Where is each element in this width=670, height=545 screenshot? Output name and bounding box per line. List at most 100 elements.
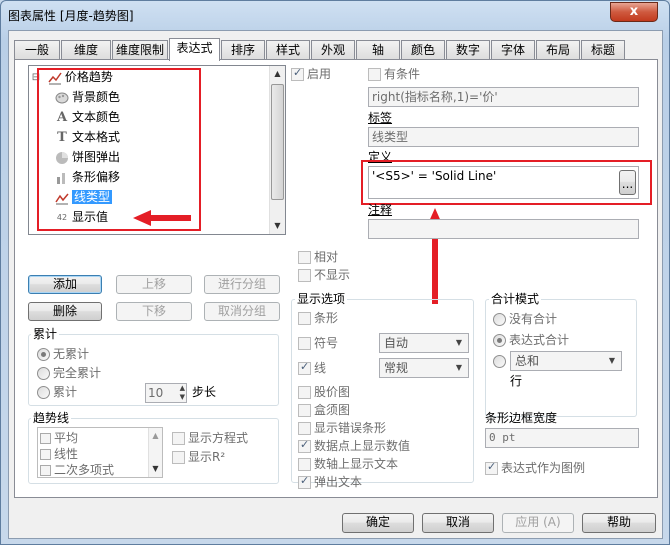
annotation-arrow-left-icon xyxy=(133,210,191,226)
trendline-item[interactable]: 平均 xyxy=(40,430,78,446)
definition-title: 定义 xyxy=(368,150,393,164)
enable-checkbox[interactable] xyxy=(291,66,304,81)
ungroup-button[interactable]: 取消分组 xyxy=(204,302,280,321)
relative-checkbox[interactable] xyxy=(298,251,311,264)
tab-9[interactable]: 颜色 xyxy=(401,40,445,60)
add-button[interactable]: 添加 xyxy=(28,275,102,294)
definition-value: '<S5>' = 'Solid Line' xyxy=(372,169,497,183)
accumulate-radio[interactable] xyxy=(37,386,50,399)
tab-8[interactable]: 轴 xyxy=(356,40,400,60)
rows-label: 行 xyxy=(510,374,523,388)
comment-input[interactable] xyxy=(368,219,639,239)
spinner-arrows-icon[interactable]: ▲ ▼ xyxy=(180,384,185,402)
conditional-checkbox[interactable] xyxy=(368,68,381,81)
tree-item[interactable]: 饼图弹出 xyxy=(55,148,120,166)
box-whisker-checkbox[interactable] xyxy=(298,404,311,417)
tree-item[interactable]: 42 显示值 xyxy=(55,208,108,226)
symbol-checkbox[interactable] xyxy=(298,337,311,350)
definition-input[interactable]: '<S5>' = 'Solid Line' xyxy=(368,166,639,199)
trend-scroll-down-icon[interactable]: ▼ xyxy=(149,461,162,477)
values-on-points-checkbox[interactable] xyxy=(298,438,311,453)
tree-item-label: 文本颜色 xyxy=(72,110,121,124)
trendline-checkbox[interactable] xyxy=(40,465,51,476)
steps-input[interactable]: 10 ▲ ▼ xyxy=(145,383,187,403)
trendline-item[interactable]: 线性 xyxy=(40,446,78,462)
bar-border-width-input[interactable]: 0 pt xyxy=(485,428,639,448)
expression-total-radio[interactable] xyxy=(493,334,506,347)
line-checkbox[interactable] xyxy=(298,360,311,375)
label-input[interactable]: 线类型 xyxy=(368,127,639,147)
trendline-item[interactable]: 二次多项式 xyxy=(40,462,114,478)
trend-scroll-up-icon[interactable]: ▲ xyxy=(149,428,162,444)
tree-item-label: 显示值 xyxy=(72,210,109,224)
line-label: 线 xyxy=(314,361,327,375)
tab-5[interactable]: 排序 xyxy=(221,40,265,60)
trendline-checkbox[interactable] xyxy=(40,433,51,444)
expression-as-legend-checkbox[interactable] xyxy=(485,460,498,475)
letter-t-icon: T xyxy=(57,129,67,145)
tree-scrollbar[interactable]: ▲ ▼ xyxy=(269,66,285,234)
title-bar[interactable]: 图表属性 [月度-趋势图] x xyxy=(1,1,669,29)
trendline-checkbox[interactable] xyxy=(40,449,51,460)
tree-root-item[interactable]: ⊟ 价格趋势 xyxy=(31,68,113,86)
bar-border-width-title: 条形边框宽度 xyxy=(485,411,558,425)
group-button[interactable]: 进行分组 xyxy=(204,275,280,294)
tab-1[interactable]: 一般 xyxy=(14,40,60,60)
tab-12[interactable]: 布局 xyxy=(536,40,580,60)
steps-label: 步长 xyxy=(192,385,217,399)
tree-item[interactable]: 线类型 xyxy=(55,188,113,206)
no-totals-radio[interactable] xyxy=(493,313,506,326)
cancel-button[interactable]: 取消 xyxy=(422,513,494,533)
tree-item[interactable]: A 文本颜色 xyxy=(55,108,120,126)
move-up-button[interactable]: 上移 xyxy=(116,275,192,294)
tab-6[interactable]: 样式 xyxy=(266,40,310,60)
tab-11[interactable]: 字体 xyxy=(491,40,535,60)
definition-browse-button[interactable]: ... xyxy=(619,170,636,195)
show-r2-checkbox[interactable] xyxy=(172,451,185,464)
steps-value: 10 xyxy=(148,386,164,400)
trendlines-list[interactable]: 平均 线性 二次多项式 ▲ ▼ xyxy=(37,427,163,478)
bar-checkbox[interactable] xyxy=(298,312,311,325)
sum-mode-select[interactable]: 总和 ▼ xyxy=(510,351,622,371)
tree-item[interactable]: 条形偏移 xyxy=(55,168,120,186)
tree-item[interactable]: 背景颜色 xyxy=(55,88,120,106)
dropdown-arrow-icon: ▼ xyxy=(608,356,616,365)
full-accumulation-radio[interactable] xyxy=(37,367,50,380)
popup-text-checkbox[interactable] xyxy=(298,474,311,489)
scroll-down-arrow-icon[interactable]: ▼ xyxy=(270,218,285,234)
error-bars-checkbox[interactable] xyxy=(298,422,311,435)
relative-label: 相对 xyxy=(314,250,339,264)
show-equation-checkbox[interactable] xyxy=(172,432,185,445)
tab-2[interactable]: 维度 xyxy=(61,40,111,60)
symbol-select-value: 自动 xyxy=(384,336,409,350)
tab-7[interactable]: 外观 xyxy=(311,40,355,60)
delete-button[interactable]: 删除 xyxy=(28,302,102,321)
apply-button[interactable]: 应用 (A) xyxy=(502,513,574,533)
no-accumulation-label: 无累计 xyxy=(53,347,90,361)
tab-4[interactable]: 表达式 xyxy=(169,38,220,61)
collapse-icon[interactable]: ⊟ xyxy=(31,71,41,85)
tab-13[interactable]: 标题 xyxy=(581,40,625,60)
expression-as-legend-label: 表达式作为图例 xyxy=(501,461,586,475)
no-totals-label: 没有合计 xyxy=(509,312,558,326)
trendlines-scrollbar[interactable]: ▲ ▼ xyxy=(148,428,162,477)
conditional-input[interactable]: right(指标名称,1)='价' xyxy=(368,87,639,107)
tab-3[interactable]: 维度限制 xyxy=(112,40,168,60)
no-accumulation-radio[interactable] xyxy=(37,348,50,361)
invisible-checkbox[interactable] xyxy=(298,269,311,282)
text-on-axis-checkbox[interactable] xyxy=(298,458,311,471)
move-down-button[interactable]: 下移 xyxy=(116,302,192,321)
line-select[interactable]: 常规 ▼ xyxy=(379,358,469,378)
sum-of-rows-radio[interactable] xyxy=(493,355,506,368)
ok-button[interactable]: 确定 xyxy=(342,513,414,533)
trendlines-title: 趋势线 xyxy=(31,411,72,425)
symbol-select[interactable]: 自动 ▼ xyxy=(379,333,469,353)
stock-checkbox[interactable] xyxy=(298,386,311,399)
tab-10[interactable]: 数字 xyxy=(446,40,490,60)
scroll-up-arrow-icon[interactable]: ▲ xyxy=(270,66,285,82)
scroll-thumb[interactable] xyxy=(271,84,284,200)
stock-label: 股价图 xyxy=(314,385,351,399)
tree-item[interactable]: T 文本格式 xyxy=(55,128,120,146)
help-button[interactable]: 帮助 xyxy=(582,513,656,533)
close-button[interactable]: x xyxy=(610,2,658,22)
